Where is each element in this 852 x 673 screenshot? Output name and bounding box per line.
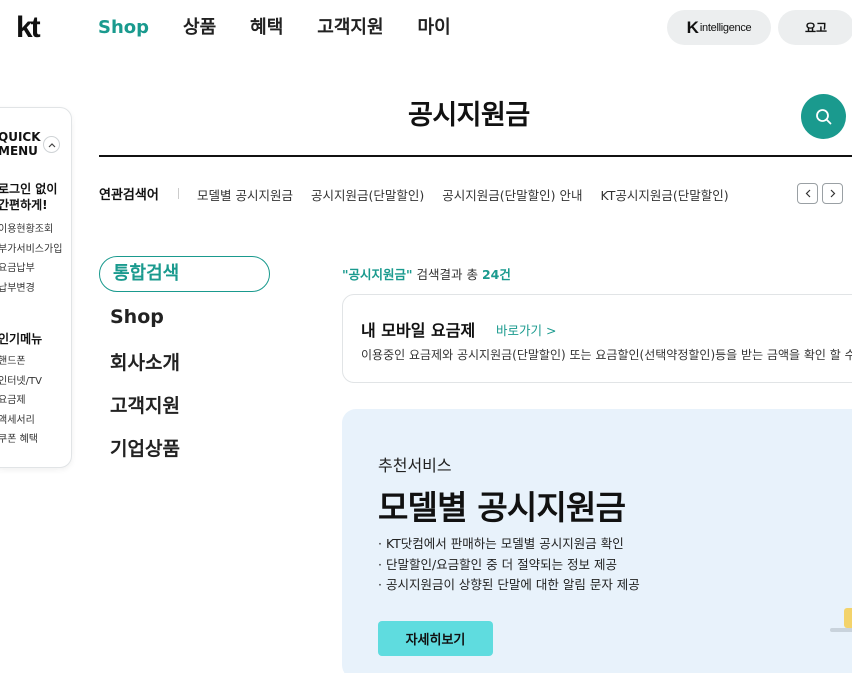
related-divider xyxy=(178,188,179,199)
global-header: kt Shop 상품 혜택 고객지원 마이 Kintelligence 요고 xyxy=(0,0,852,56)
quick-link-addon[interactable]: 부가서비스가입 xyxy=(0,240,62,260)
category-shop[interactable]: Shop xyxy=(110,306,164,328)
quick-login-text[interactable]: 로그인 없이 간편하게! xyxy=(0,181,88,213)
banner-bullet: · KT닷컴에서 판매하는 모델별 공시지원금 확인 xyxy=(378,536,624,551)
popular-link-accessory[interactable]: 액세서리 xyxy=(0,411,42,431)
nav-customer-support[interactable]: 고객지원 xyxy=(317,16,383,40)
search-icon[interactable] xyxy=(801,94,846,139)
popular-links: 핸드폰 인터넷/TV 요금제 액세서리 쿠폰 혜택 xyxy=(0,352,42,450)
nav-benefits[interactable]: 혜택 xyxy=(250,16,283,40)
quick-login-line2: 간편하게! xyxy=(0,198,48,212)
popular-link-coupon[interactable]: 쿠폰 혜택 xyxy=(0,430,42,450)
chevron-right-icon[interactable] xyxy=(822,183,843,204)
banner-title: 모델별 공시지원금 xyxy=(378,488,626,527)
nav-my[interactable]: 마이 xyxy=(418,16,451,40)
quick-menu-title-line1: QUICK xyxy=(0,130,41,144)
view-details-button[interactable]: 자세히보기 xyxy=(378,621,493,656)
popular-link-plan[interactable]: 요금제 xyxy=(0,391,42,411)
banner-label: 추천서비스 xyxy=(378,456,452,475)
category-support[interactable]: 고객지원 xyxy=(110,391,180,418)
related-keyword[interactable]: 공시지원금(단말할인) 안내 xyxy=(442,185,582,204)
result-count-prefix: 검색결과 총 xyxy=(412,267,482,282)
banner-bullet: · 단말할인/요금할인 중 더 절약되는 정보 제공 xyxy=(378,556,618,572)
quick-link-usage[interactable]: 이용현황조회 xyxy=(0,220,62,240)
quick-links: 이용현황조회 부가서비스가입 요금납부 납부변경 xyxy=(0,220,62,298)
card-shortcut-link[interactable]: 바로가기 > xyxy=(496,320,556,339)
nav-shop[interactable]: Shop xyxy=(98,16,149,40)
result-count: "공시지원금" 검색결과 총 24건 xyxy=(342,264,511,283)
quick-menu-title: QUICK MENU xyxy=(0,130,41,158)
result-count-number: 24건 xyxy=(481,267,511,282)
main-nav: Shop 상품 혜택 고객지원 마이 xyxy=(98,16,451,40)
category-all[interactable]: 통합검색 xyxy=(99,256,270,292)
category-business[interactable]: 기업상품 xyxy=(110,434,180,461)
nav-products[interactable]: 상품 xyxy=(183,16,216,40)
quick-menu: QUICK MENU 로그인 없이 간편하게! 이용현황조회 부가서비스가입 요… xyxy=(0,107,72,468)
k-intelligence-text: intelligence xyxy=(699,21,752,34)
related-keywords-label: 연관검색어 xyxy=(99,188,159,203)
related-keyword[interactable]: 모델별 공시지원금 xyxy=(197,185,293,204)
card-description: 이용중인 요금제와 공시지원금(단말할인) 또는 요금할인(선택약정할인)등을 … xyxy=(361,348,852,362)
quick-link-pay[interactable]: 요금납부 xyxy=(0,259,62,279)
banner-illustration xyxy=(830,606,852,636)
search-query-title[interactable]: 공시지원금 xyxy=(408,98,530,134)
yogo-button[interactable]: 요고 xyxy=(778,10,852,45)
category-company[interactable]: 회사소개 xyxy=(110,348,180,375)
quick-link-pay-change[interactable]: 납부변경 xyxy=(0,279,62,299)
chevron-up-icon[interactable] xyxy=(43,136,60,153)
related-keyword[interactable]: 공시지원금(단말할인) xyxy=(311,185,424,204)
banner-bullet: · 공시지원금이 상향된 단말에 대한 알림 문자 제공 xyxy=(378,577,640,592)
popular-link-internet-tv[interactable]: 인터넷/TV xyxy=(0,372,42,392)
quick-menu-title-line2: MENU xyxy=(0,144,38,158)
chevron-left-icon[interactable] xyxy=(797,183,818,204)
search-divider xyxy=(99,155,852,157)
k-intelligence-button[interactable]: Kintelligence xyxy=(667,10,771,45)
related-keyword[interactable]: KT공시지원금(단말할인) xyxy=(600,185,728,204)
my-mobile-plan-card: 내 모바일 요금제 바로가기 > 이용중인 요금제와 공시지원금(단말할인) 또… xyxy=(342,294,852,383)
popular-menu-title: 인기메뉴 xyxy=(0,332,43,346)
result-keyword: "공시지원금" xyxy=(342,267,413,282)
banner-bullets: · KT닷컴에서 판매하는 모델별 공시지원금 확인 · 단말할인/요금할인 중… xyxy=(378,534,640,596)
popular-link-phone[interactable]: 핸드폰 xyxy=(0,352,42,372)
related-keywords: 모델별 공시지원금 공시지원금(단말할인) 공시지원금(단말할인) 안내 KT공… xyxy=(197,185,729,204)
quick-login-line1: 로그인 없이 xyxy=(0,182,58,196)
card-title: 내 모바일 요금제 xyxy=(361,321,476,340)
recommended-service-banner: 추천서비스 모델별 공시지원금 · KT닷컴에서 판매하는 모델별 공시지원금 … xyxy=(342,409,852,673)
kt-logo[interactable]: kt xyxy=(16,13,41,43)
k-intelligence-k: K xyxy=(686,17,699,37)
